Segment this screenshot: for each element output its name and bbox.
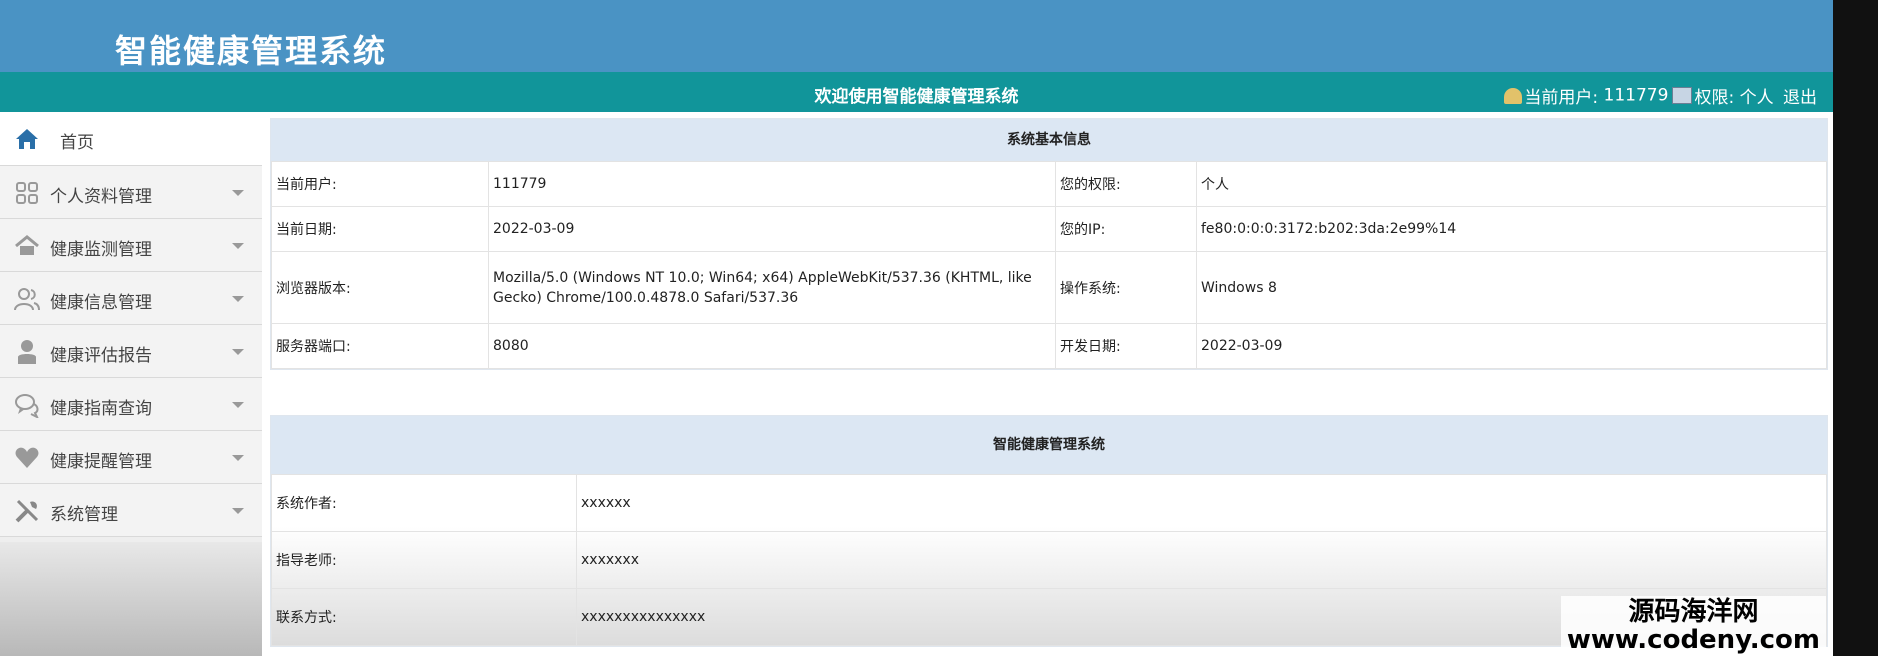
role-icon	[1672, 87, 1693, 104]
home-icon	[16, 129, 38, 149]
users-icon	[14, 288, 40, 311]
about-title: 智能健康管理系统	[271, 416, 1827, 474]
sidebar-item-label: 健康信息管理	[50, 293, 152, 313]
current-user-value-cell: 111779	[488, 161, 1056, 207]
sidebar-item-label: 健康评估报告	[50, 346, 152, 366]
date-value-cell: 2022-03-09	[488, 206, 1056, 252]
sidebar-item-guide[interactable]: 健康指南查询	[0, 378, 262, 431]
home-outline-icon	[15, 235, 39, 255]
port-label-cell: 服务器端口:	[271, 323, 489, 369]
screen-edge	[1833, 0, 1878, 656]
table-row: 当前用户: 111779 您的权限: 个人	[271, 161, 1827, 207]
role-label: 权限:	[1694, 88, 1735, 108]
sidebar: 首页 个人资料管理 健康监测管理 健康信息管理 健康评估报告 健康指南查询 健康…	[0, 112, 262, 656]
teacher-label-cell: 指导老师:	[271, 531, 577, 589]
current-user-label: 当前用户:	[1524, 88, 1599, 108]
ip-label-cell: 您的IP:	[1055, 206, 1197, 252]
table-row: 服务器端口: 8080 开发日期: 2022-03-09	[271, 323, 1827, 369]
user-icon	[18, 340, 36, 364]
author-value-cell: xxxxxx	[576, 474, 1827, 532]
chevron-down-icon	[232, 296, 244, 302]
sidebar-empty-area	[0, 542, 262, 656]
tools-icon	[15, 499, 39, 523]
sidebar-item-profile[interactable]: 个人资料管理	[0, 166, 262, 219]
sidebar-item-label: 首页	[60, 133, 94, 153]
sidebar-item-health-info[interactable]: 健康信息管理	[0, 272, 262, 325]
chevron-down-icon	[232, 455, 244, 461]
role-value: 个人	[1739, 88, 1774, 108]
chevron-down-icon	[232, 243, 244, 249]
table-row: 浏览器版本: Mozilla/5.0 (Windows NT 10.0; Win…	[271, 251, 1827, 324]
system-info-table: 当前用户: 111779 您的权限: 个人 当前日期: 2022-03-09 您…	[271, 161, 1827, 369]
sidebar-item-assessment[interactable]: 健康评估报告	[0, 325, 262, 378]
watermark: 源码海洋网 www.codeny.com	[1560, 596, 1826, 656]
watermark-line1: 源码海洋网	[1628, 597, 1759, 627]
sidebar-item-reminder[interactable]: 健康提醒管理	[0, 431, 262, 484]
user-status: 当前用户: 111779 权限: 个人 退出	[1504, 83, 1817, 108]
teacher-value-cell: xxxxxxx	[576, 531, 1827, 589]
main-content: 系统基本信息 当前用户: 111779 您的权限: 个人 当前日期: 2022-…	[268, 118, 1828, 656]
app-header: 智能健康管理系统	[0, 0, 1833, 72]
browser-label-cell: 浏览器版本:	[271, 251, 489, 324]
ip-value-cell: fe80:0:0:0:3172:b202:3da:2e99%14	[1196, 206, 1827, 252]
user-icon	[1504, 87, 1523, 104]
system-info-panel: 系统基本信息 当前用户: 111779 您的权限: 个人 当前日期: 2022-…	[270, 118, 1828, 370]
role-label-cell: 您的权限:	[1055, 161, 1197, 207]
sidebar-item-label: 健康指南查询	[50, 399, 152, 419]
chevron-down-icon	[232, 349, 244, 355]
os-value-cell: Windows 8	[1196, 251, 1827, 324]
chat-icon	[15, 394, 39, 418]
table-row: 指导老师: xxxxxxx	[271, 531, 1827, 589]
table-row: 系统作者: xxxxxx	[271, 474, 1827, 532]
app-title: 智能健康管理系统	[115, 32, 388, 70]
table-row: 当前日期: 2022-03-09 您的IP: fe80:0:0:0:3172:b…	[271, 206, 1827, 252]
sidebar-item-system[interactable]: 系统管理	[0, 484, 262, 537]
chevron-down-icon	[232, 402, 244, 408]
chevron-down-icon	[232, 508, 244, 514]
grid-icon	[16, 182, 38, 204]
sidebar-item-monitoring[interactable]: 健康监测管理	[0, 219, 262, 272]
system-info-title: 系统基本信息	[271, 119, 1827, 161]
sidebar-item-home[interactable]: 首页	[0, 112, 262, 166]
watermark-line2: www.codeny.com	[1566, 625, 1820, 655]
top-bar: 欢迎使用智能健康管理系统 当前用户: 111779 权限: 个人 退出	[0, 72, 1833, 112]
dev-date-label-cell: 开发日期:	[1055, 323, 1197, 369]
sidebar-item-label: 健康提醒管理	[50, 452, 152, 472]
logout-link[interactable]: 退出	[1783, 88, 1817, 108]
date-label-cell: 当前日期:	[271, 206, 489, 252]
author-label-cell: 系统作者:	[271, 474, 577, 532]
current-user-value: 111779	[1603, 85, 1669, 106]
dev-date-value-cell: 2022-03-09	[1196, 323, 1827, 369]
heart-icon	[15, 447, 39, 468]
chevron-down-icon	[232, 190, 244, 196]
role-value-cell: 个人	[1196, 161, 1827, 207]
current-user-label-cell: 当前用户:	[271, 161, 489, 207]
contact-label-cell: 联系方式:	[271, 588, 577, 646]
browser-value-cell: Mozilla/5.0 (Windows NT 10.0; Win64; x64…	[488, 251, 1056, 324]
sidebar-item-label: 健康监测管理	[50, 240, 152, 260]
os-label-cell: 操作系统:	[1055, 251, 1197, 324]
sidebar-item-label: 系统管理	[50, 505, 118, 525]
sidebar-item-label: 个人资料管理	[50, 187, 152, 207]
port-value-cell: 8080	[488, 323, 1056, 369]
